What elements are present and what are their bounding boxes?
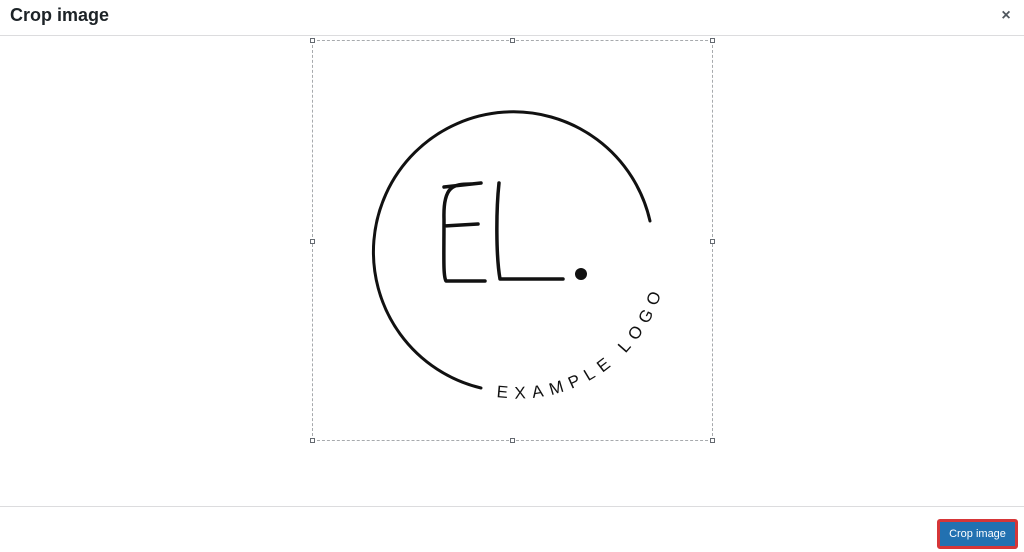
logo-tagline: EXAMPLE LOGO: [496, 282, 667, 402]
logo-letter-e: [442, 181, 487, 283]
crop-handle-nw[interactable]: [310, 38, 315, 43]
close-icon[interactable]: ×: [994, 4, 1018, 28]
logo-letter-l: [495, 181, 565, 281]
crop-handle-ne[interactable]: [710, 38, 715, 43]
crop-handle-sw[interactable]: [310, 438, 315, 443]
logo-dot: [575, 268, 587, 280]
dialog-footer: Crop image: [0, 506, 1024, 552]
dialog-title: Crop image: [10, 5, 110, 25]
crop-handle-w[interactable]: [310, 239, 315, 244]
crop-handle-s[interactable]: [510, 438, 515, 443]
logo-image: EXAMPLE LOGO: [371, 110, 667, 403]
crop-image-button[interactable]: Crop image: [938, 520, 1017, 548]
logo-circle-arc: [371, 110, 652, 390]
crop-handle-n[interactable]: [510, 38, 515, 43]
crop-selection[interactable]: EXAMPLE LOGO: [310, 38, 715, 443]
crop-handle-e[interactable]: [710, 239, 715, 244]
crop-area: EXAMPLE LOGO: [0, 37, 1024, 506]
dialog-header: Crop image ×: [0, 0, 1024, 36]
crop-handle-se[interactable]: [710, 438, 715, 443]
